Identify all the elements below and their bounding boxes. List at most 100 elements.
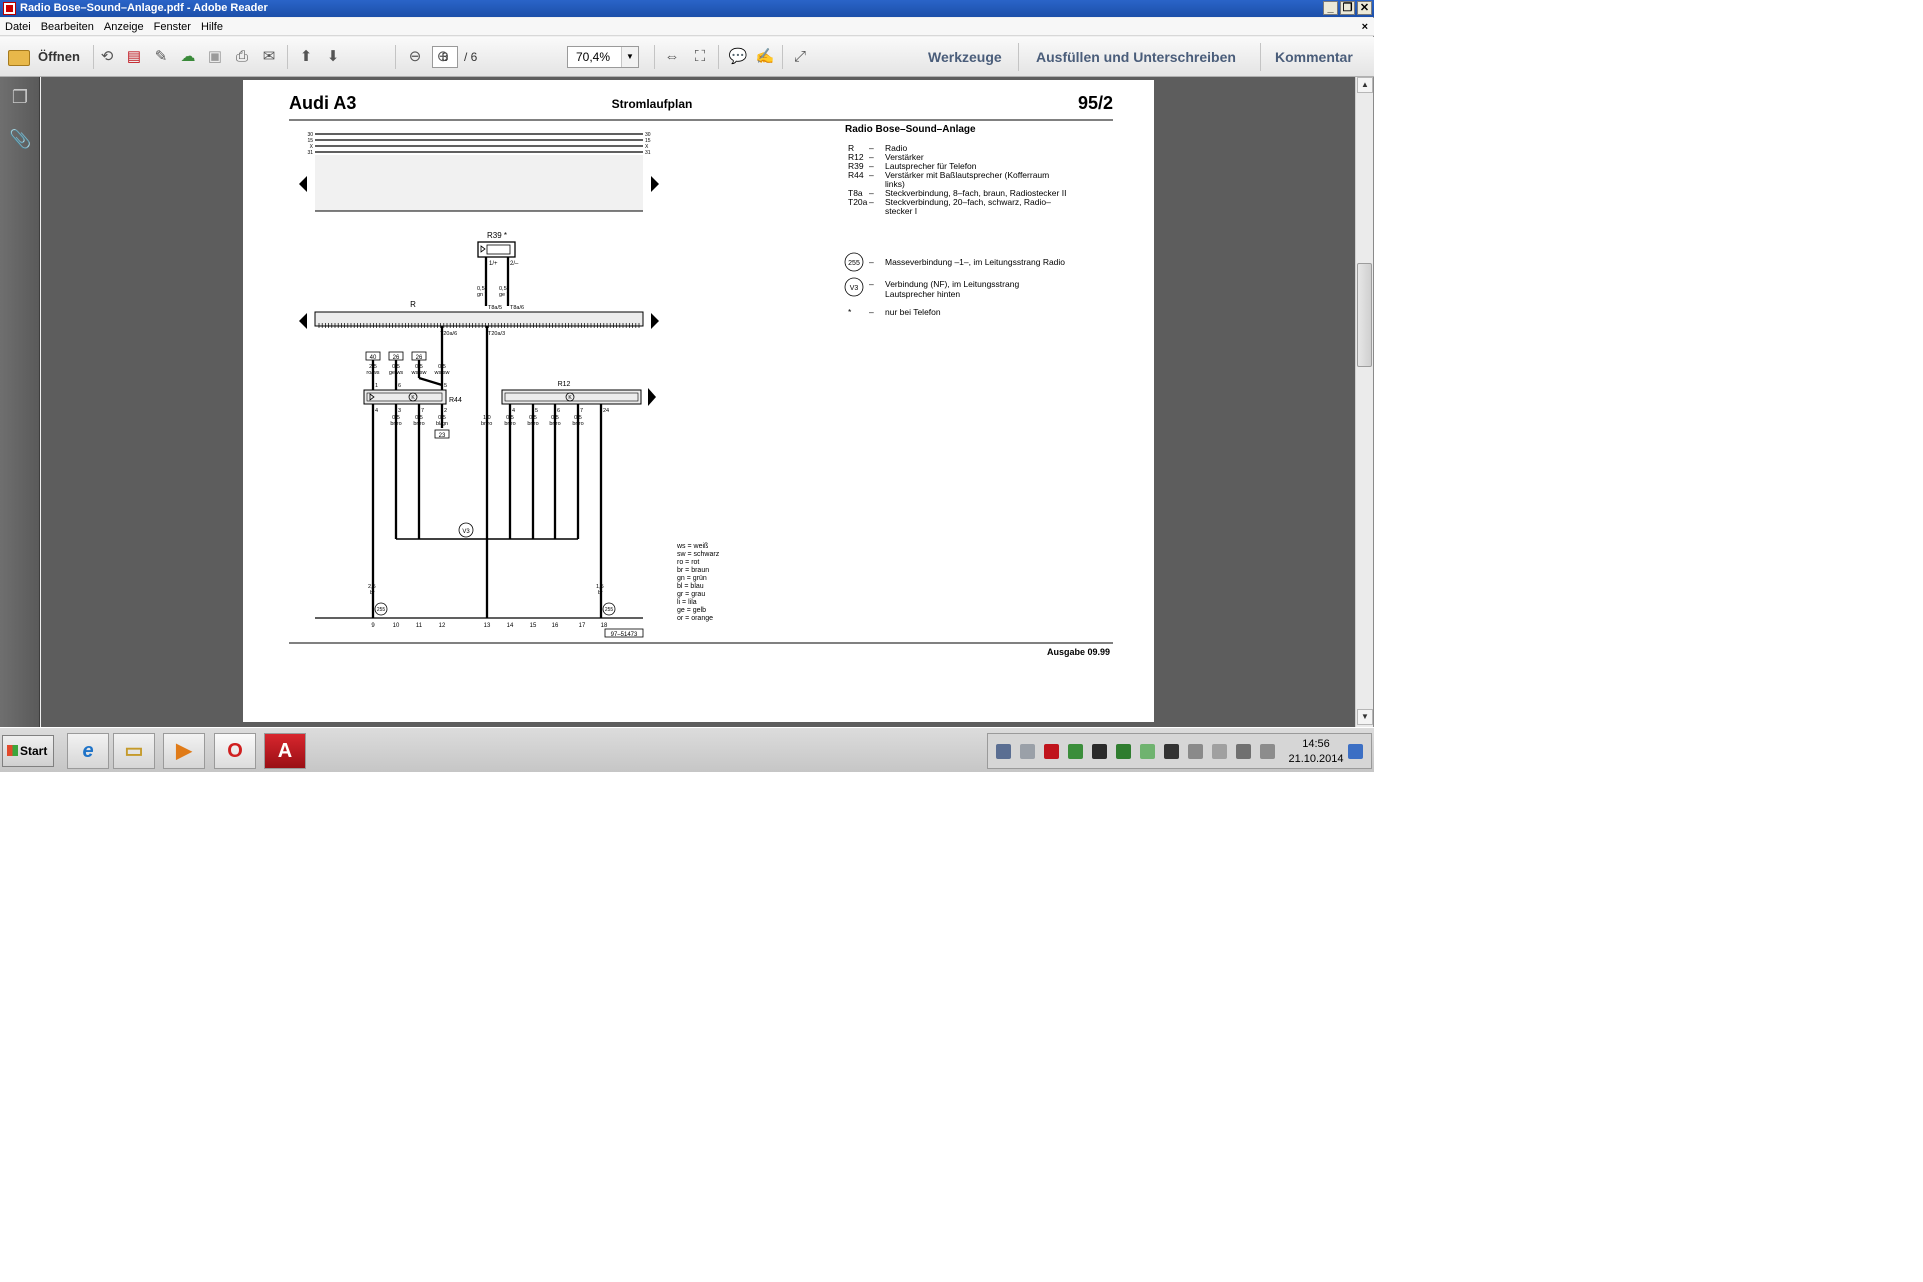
legend-code: T20a [848,197,868,207]
fill-sign-pane-button[interactable]: Ausfüllen und Unterschreiben [1036,46,1236,68]
next-page-icon[interactable]: ⬇ [322,47,344,67]
media-player-icon[interactable]: ▶ [163,733,205,769]
r39-pin-2: 2/– [510,261,519,267]
attachments-icon[interactable]: 📎 [9,127,31,151]
zoom-select[interactable]: 70,4% ▼ [567,46,639,68]
adobe-tray-icon[interactable] [1044,744,1059,759]
track-number: 10 [393,623,400,629]
page-thumbnails-icon[interactable]: ❐ [9,85,31,109]
media-tray-icon[interactable] [1164,744,1179,759]
camera-tray-icon[interactable] [1092,744,1107,759]
internet-explorer-icon[interactable]: e [67,733,109,769]
zoom-in-icon[interactable]: ⊕ [432,47,454,67]
show-desktop-icon[interactable] [1348,744,1363,759]
toolbar-divider [395,45,396,69]
fit-page-icon[interactable]: ⛶ [689,47,711,67]
save-icon[interactable]: ▣ [204,47,226,67]
svg-text:–: – [869,197,874,207]
highlight-icon[interactable]: ✍ [754,47,776,67]
tray-clock[interactable]: 14:56 21.10.2014 [1286,737,1346,767]
export-pdf-icon[interactable]: ▤ [123,47,145,67]
vertical-scrollbar[interactable]: ▲ ▼ [1355,77,1373,727]
print-icon[interactable]: ⎙ [231,47,253,67]
wire-color-label: br/ro [527,421,538,427]
security-tray-icon[interactable] [1068,744,1083,759]
toolbar-divider [1018,43,1019,71]
r44-pin-7: 7 [421,408,424,414]
scroll-thumb[interactable] [1357,263,1372,367]
usb-tray-icon[interactable] [1212,744,1227,759]
volume-icon[interactable] [1260,744,1275,759]
upload-cloud-icon[interactable]: ☁ [177,47,199,67]
r44-pin-5: 5 [444,383,447,389]
graphics-tray-icon[interactable] [1116,744,1131,759]
open-button[interactable]: Öffnen [8,46,80,68]
r12-pin-number: 4 [512,408,515,414]
document-view[interactable]: Audi A3 Stromlaufplan 95/2 Radio Bose–So… [41,77,1355,727]
r44-pin-2: 2 [444,408,447,414]
clock-time: 14:56 [1302,738,1330,750]
ground-right-code: 255 [605,607,614,613]
wire-color-label: br/ro [504,421,515,427]
bus-label-31: 31 [307,150,313,156]
menu-anzeige[interactable]: Anzeige [99,18,149,36]
right-arrow-icon [648,388,656,406]
opera-icon[interactable]: O [214,733,256,769]
connector-t20a3: T20a/3 [488,331,505,337]
create-pdf-icon[interactable]: ⟲ [96,47,118,67]
close-document-icon[interactable]: × [1362,18,1368,36]
left-arrow-icon [299,313,307,329]
edit-pdf-icon[interactable]: ✎ [150,47,172,67]
comment-pane-button[interactable]: Kommentar [1275,46,1353,68]
navigation-pane: ❐ 📎 [0,77,40,727]
restore-button[interactable]: ❐ [1340,1,1355,15]
color-code-entry: bl = blau [677,583,704,590]
wiring-diagram: Audi A3 Stromlaufplan 95/2 Radio Bose–So… [289,93,1113,657]
wire-color-label: br/ro [549,421,560,427]
zoom-out-icon[interactable]: ⊖ [404,47,426,67]
signal-tray-icon[interactable] [1236,744,1251,759]
window-title: Radio Bose–Sound–Anlage.pdf - Adobe Read… [20,2,268,14]
r44-wire-labels: 0,5br/ro0,5br/ro0,5bl/gn [390,415,448,427]
menu-bearbeiten[interactable]: Bearbeiten [36,18,99,36]
svg-text:*: * [848,307,852,317]
email-icon[interactable]: ✉ [258,47,280,67]
menu-hilfe[interactable]: Hilfe [196,18,228,36]
legend-text: Verstärker mit Baßlautsprecher (Kofferra… [885,170,1049,180]
flag-tray-icon[interactable] [1188,744,1203,759]
network-drive-tray-icon[interactable] [1020,744,1035,759]
close-button[interactable]: ✕ [1357,1,1372,15]
previous-page-icon[interactable]: ⬆ [295,47,317,67]
r44-pin-6: 6 [398,383,401,389]
color-code-entry: ws = weiß [676,543,708,550]
file-explorer-icon[interactable]: ▭ [113,733,155,769]
tools-pane-button[interactable]: Werkzeuge [928,46,1002,68]
scroll-up-icon[interactable]: ▲ [1357,77,1373,93]
wire-color-label: bl/gn [436,421,448,427]
radio-connector-ticks [318,323,640,328]
toolbar-divider [782,45,783,69]
fit-width-icon[interactable]: ⇔ [661,47,683,67]
legend-v3-text-1: Verbindung (NF), im Leitungsstrang [885,279,1019,289]
scroll-down-icon[interactable]: ▼ [1357,709,1373,725]
chevron-down-icon[interactable]: ▼ [621,47,638,67]
right-arrow-icon [651,313,659,329]
label-r44: R44 [449,397,462,404]
page-count: / 6 [464,50,478,64]
update-tray-icon[interactable] [1140,744,1155,759]
legend-ground-text: Masseverbindung –1–, im Leitungsstrang R… [885,257,1065,267]
full-screen-icon[interactable]: ⤢ [789,47,811,67]
track-number: 13 [484,623,491,629]
bus-label-31-right: 31 [645,150,651,156]
track-number: 12 [439,623,446,629]
adobe-reader-taskbar-icon[interactable]: A [264,733,306,769]
menu-fenster[interactable]: Fenster [149,18,196,36]
start-button[interactable]: Start [2,735,54,767]
sticky-note-icon[interactable]: 💬 [727,47,749,67]
user-tray-icon[interactable] [996,744,1011,759]
menu-datei[interactable]: Datei [0,18,36,36]
folder-icon [8,49,30,66]
header-page: 95/2 [1078,93,1113,113]
wire-color-label: br/ro [390,421,401,427]
minimize-button[interactable]: _ [1323,1,1338,15]
